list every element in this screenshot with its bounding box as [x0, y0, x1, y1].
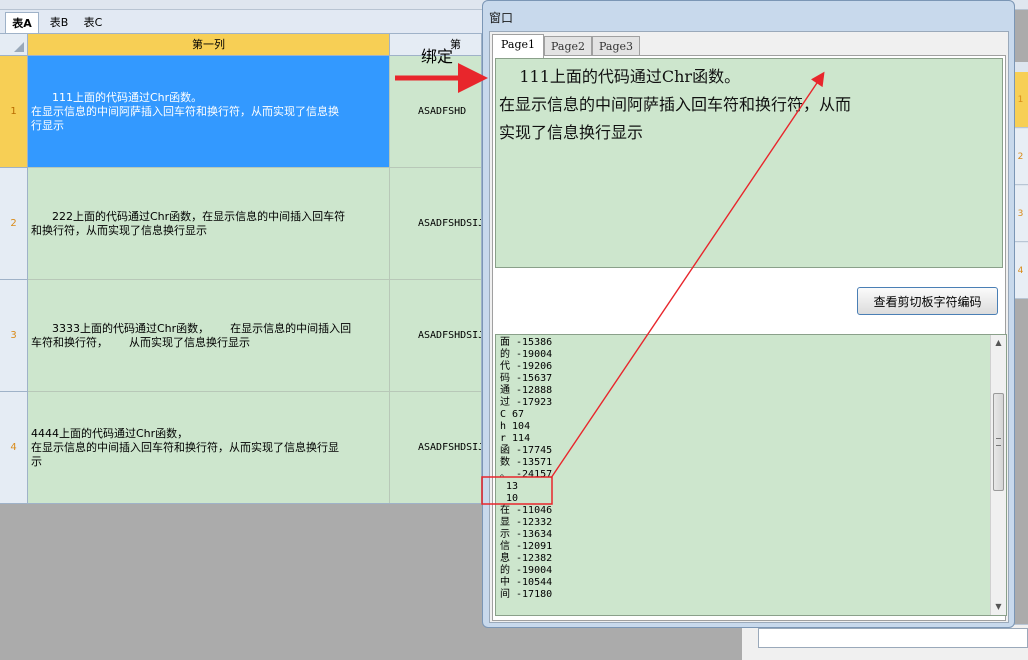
view-clipboard-codes-button[interactable]: 查看剪切板字符编码: [857, 287, 998, 315]
background-row-header: 3: [1013, 186, 1028, 242]
window-title: 窗口: [489, 11, 514, 25]
grid-row: 3 3333上面的代码通过Chr函数， 在显示信息的中间插入回 车符和换行符， …: [0, 280, 481, 392]
row-header[interactable]: 4: [0, 392, 28, 503]
grid-row: 4 4444上面的代码通过Chr函数， 在显示信息的中间插入回车符和换行符，从而…: [0, 392, 481, 503]
char-code-line: 的 -19004: [500, 349, 553, 360]
char-code-line: h 104: [500, 421, 531, 432]
grip-icon: [996, 438, 1001, 446]
background-textbox[interactable]: [758, 628, 1028, 648]
sheet-tab-a[interactable]: 表A: [5, 12, 39, 33]
char-code-line: 面 -15386: [500, 337, 553, 348]
data-grid: 第一列 第 1 111上面的代码通过Chr函数。 在显示信息的中间阿萨插入回车符…: [0, 34, 482, 504]
select-all-triangle-icon: [14, 42, 24, 52]
char-code-line: 中 -10544: [500, 577, 553, 588]
char-code-line: r 114: [500, 433, 531, 444]
column-header-1[interactable]: 第一列: [28, 34, 390, 56]
grid-cell-text[interactable]: 3333上面的代码通过Chr函数， 在显示信息的中间插入回 车符和换行符， 从而…: [28, 280, 390, 392]
grid-cell-value[interactable]: ASADFSHDSIJ: [390, 280, 481, 392]
char-code-line: 代 -19206: [500, 361, 553, 372]
char-code-line: 示 -13634: [500, 529, 553, 540]
char-code-line: 。 -24157: [500, 469, 553, 480]
char-code-line: 10: [500, 493, 519, 504]
char-code-line: 信 -12091: [500, 541, 553, 552]
row-header[interactable]: 3: [0, 280, 28, 392]
background-row-header: 4: [1013, 243, 1028, 299]
tab-panel-page1: 111上面的代码通过Chr函数。 在显示信息的中间阿萨插入回车符和换行符，从而 …: [492, 55, 1007, 621]
grid-cell-text[interactable]: 222上面的代码通过Chr函数，在显示信息的中间插入回车符 和换行符，从而实现了…: [28, 168, 390, 280]
tab-page3[interactable]: Page3: [592, 36, 640, 56]
char-code-line: 息 -12382: [500, 553, 553, 564]
char-code-line: 通 -12888: [500, 385, 553, 396]
window-body: Page1 Page2 Page3 111上面的代码通过Chr函数。 在显示信息…: [489, 31, 1009, 623]
row-header[interactable]: 1: [0, 56, 28, 168]
popup-window: 窗口 Page1 Page2 Page3 111上面的代码通过Chr函数。 在显…: [482, 0, 1015, 628]
char-code-line: 数 -13571: [500, 457, 553, 468]
tab-page2[interactable]: Page2: [544, 36, 592, 56]
list-scrollbar[interactable]: ▲ ▼: [990, 335, 1006, 615]
grid-row: 2 222上面的代码通过Chr函数，在显示信息的中间插入回车符 和换行符，从而实…: [0, 168, 481, 280]
background-row-header: 2: [1013, 129, 1028, 185]
tab-page1[interactable]: Page1: [492, 34, 544, 58]
grid-cell-value[interactable]: ASADFSHD: [390, 56, 481, 168]
char-code-line: 13: [500, 481, 519, 492]
grid-cell-text[interactable]: 4444上面的代码通过Chr函数， 在显示信息的中间插入回车符和换行符，从而实现…: [28, 392, 390, 503]
scroll-down-icon[interactable]: ▼: [991, 599, 1006, 615]
grid-cell-text[interactable]: 111上面的代码通过Chr函数。 在显示信息的中间阿萨插入回车符和换行符，从而实…: [28, 56, 390, 168]
char-code-line: 码 -15637: [500, 373, 553, 384]
char-code-line: 在 -11046: [500, 505, 553, 516]
background-row-header: 1: [1013, 72, 1028, 128]
char-code-line: 函 -17745: [500, 445, 553, 456]
char-code-lines: 面 -15386 的 -19004 代 -19206 码 -15637 通 -12888…: [500, 337, 990, 601]
row-header[interactable]: 2: [0, 168, 28, 280]
message-display[interactable]: 111上面的代码通过Chr函数。 在显示信息的中间阿萨插入回车符和换行符，从而 …: [495, 58, 1003, 268]
grid-cell-value[interactable]: ASADFSHDSIJ: [390, 392, 481, 503]
sheet-tab-b[interactable]: 表B: [42, 12, 76, 33]
sheet-tab-bar: 表A 表B 表C: [0, 10, 482, 34]
char-code-line: 间 -17180: [500, 589, 553, 600]
char-code-line: 过 -17923: [500, 397, 553, 408]
char-code-line: 的 -19004: [500, 565, 553, 576]
select-all-corner[interactable]: [0, 34, 28, 56]
scroll-thumb[interactable]: [993, 393, 1004, 491]
bind-annotation-label: 绑定: [421, 47, 454, 66]
char-code-list[interactable]: 面 -15386 的 -19004 代 -19206 码 -15637 通 -12888…: [495, 334, 1007, 616]
char-code-line: 显 -12332: [500, 517, 553, 528]
grid-row: 1 111上面的代码通过Chr函数。 在显示信息的中间阿萨插入回车符和换行符，从…: [0, 56, 481, 168]
sheet-tab-c[interactable]: 表C: [76, 12, 110, 33]
scroll-up-icon[interactable]: ▲: [991, 335, 1006, 351]
grid-cell-value[interactable]: ASADFSHDSIJ: [390, 168, 481, 280]
char-code-line: C 67: [500, 409, 525, 420]
